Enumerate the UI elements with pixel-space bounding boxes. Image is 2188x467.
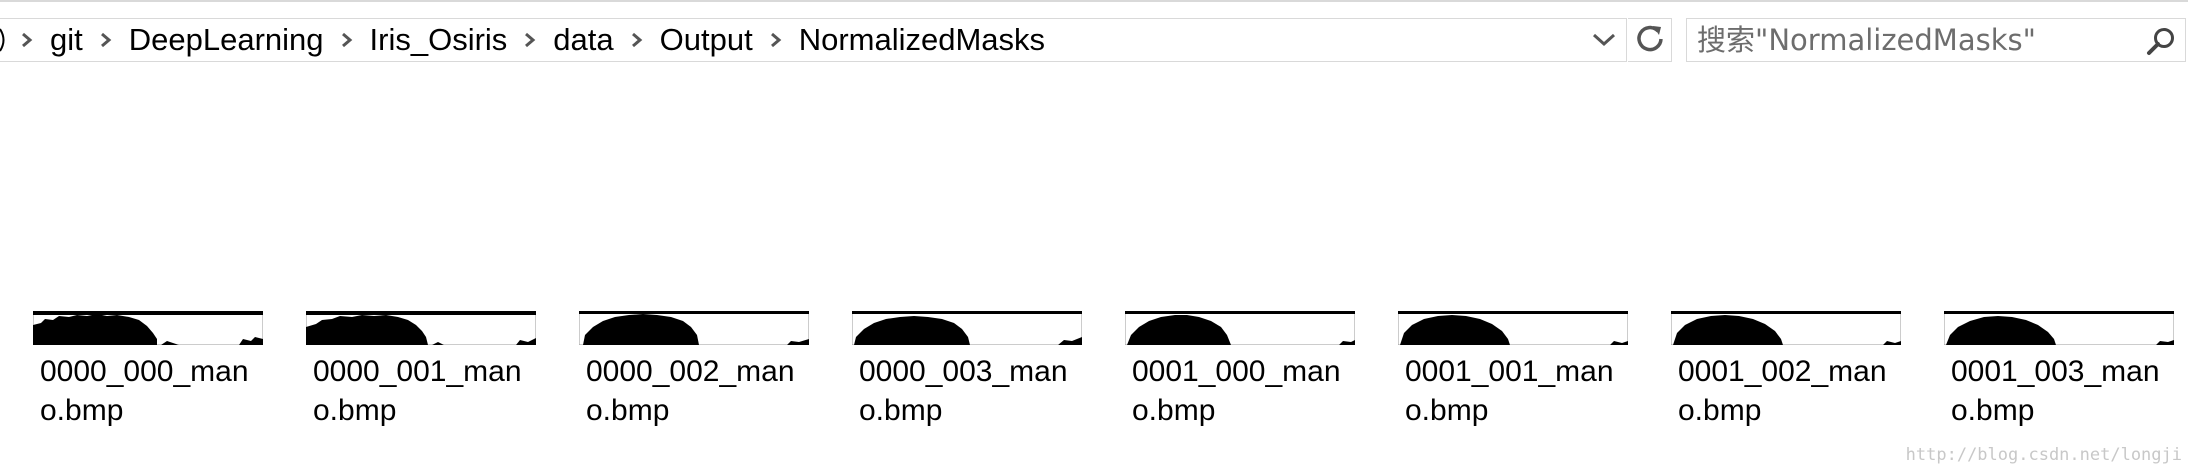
chevron-right-icon[interactable] <box>759 19 793 61</box>
refresh-button[interactable] <box>1628 18 1672 62</box>
mask-thumbnail <box>306 311 536 345</box>
chevron-right-icon[interactable] <box>513 19 547 61</box>
window-top-divider <box>0 0 2188 2</box>
file-name: 0000_003_mano.bmp <box>859 355 1068 427</box>
file-item[interactable]: 0000_000_mano.bmp <box>30 308 270 438</box>
breadcrumb-item-git[interactable]: git <box>44 19 89 61</box>
mask-thumbnail <box>1944 311 2174 345</box>
file-name: 0001_003_mano.bmp <box>1951 355 2160 427</box>
breadcrumb-item-output[interactable]: Output <box>654 19 759 61</box>
chevron-right-icon[interactable] <box>10 19 44 61</box>
file-list: 0000_000_mano.bmp 0000_001_mano.bmp 0000… <box>30 308 2188 438</box>
address-bar[interactable]: git DeepLearning Iris_Osiris data Output… <box>0 18 1627 62</box>
mask-thumbnail <box>1398 311 1628 345</box>
mask-thumbnail <box>852 311 1082 345</box>
file-name: 0000_000_mano.bmp <box>40 355 249 427</box>
breadcrumb-item-normalizedmasks[interactable]: NormalizedMasks <box>793 19 1051 61</box>
file-item[interactable]: 0000_003_mano.bmp <box>849 308 1089 438</box>
chevron-down-icon[interactable] <box>1584 19 1624 61</box>
chevron-right-icon[interactable] <box>330 19 364 61</box>
file-name: 0001_001_mano.bmp <box>1405 355 1614 427</box>
file-item[interactable]: 0001_002_mano.bmp <box>1668 308 1908 438</box>
file-name: 0000_002_mano.bmp <box>586 355 795 427</box>
refresh-icon <box>1634 22 1666 59</box>
breadcrumb-item-data[interactable]: data <box>547 19 619 61</box>
mask-thumbnail <box>1125 311 1355 345</box>
mask-thumbnail <box>1671 311 1901 345</box>
chevron-right-icon[interactable] <box>620 19 654 61</box>
file-name: 0001_002_mano.bmp <box>1678 355 1887 427</box>
watermark-text: http://blog.csdn.net/longji <box>1905 445 2182 465</box>
chevron-right-icon[interactable] <box>89 19 123 61</box>
breadcrumb: git DeepLearning Iris_Osiris data Output… <box>0 19 1051 61</box>
mask-thumbnail <box>33 311 263 345</box>
search-icon[interactable] <box>2143 23 2179 59</box>
search-input[interactable] <box>1697 19 2117 61</box>
breadcrumb-item-deeplearning[interactable]: DeepLearning <box>123 19 330 61</box>
file-name: 0001_000_mano.bmp <box>1132 355 1341 427</box>
breadcrumb-item-iris-osiris[interactable]: Iris_Osiris <box>364 19 514 61</box>
file-item[interactable]: 0001_000_mano.bmp <box>1122 308 1362 438</box>
truncated-crumb-edge <box>0 19 10 61</box>
mask-thumbnail <box>579 311 809 345</box>
file-item[interactable]: 0001_001_mano.bmp <box>1395 308 1635 438</box>
search-box[interactable] <box>1686 18 2186 62</box>
file-item[interactable]: 0000_001_mano.bmp <box>303 308 543 438</box>
file-item[interactable]: 0000_002_mano.bmp <box>576 308 816 438</box>
file-item[interactable]: 0001_003_mano.bmp <box>1941 308 2181 438</box>
file-explorer-window: git DeepLearning Iris_Osiris data Output… <box>0 0 2188 467</box>
file-name: 0000_001_mano.bmp <box>313 355 522 427</box>
